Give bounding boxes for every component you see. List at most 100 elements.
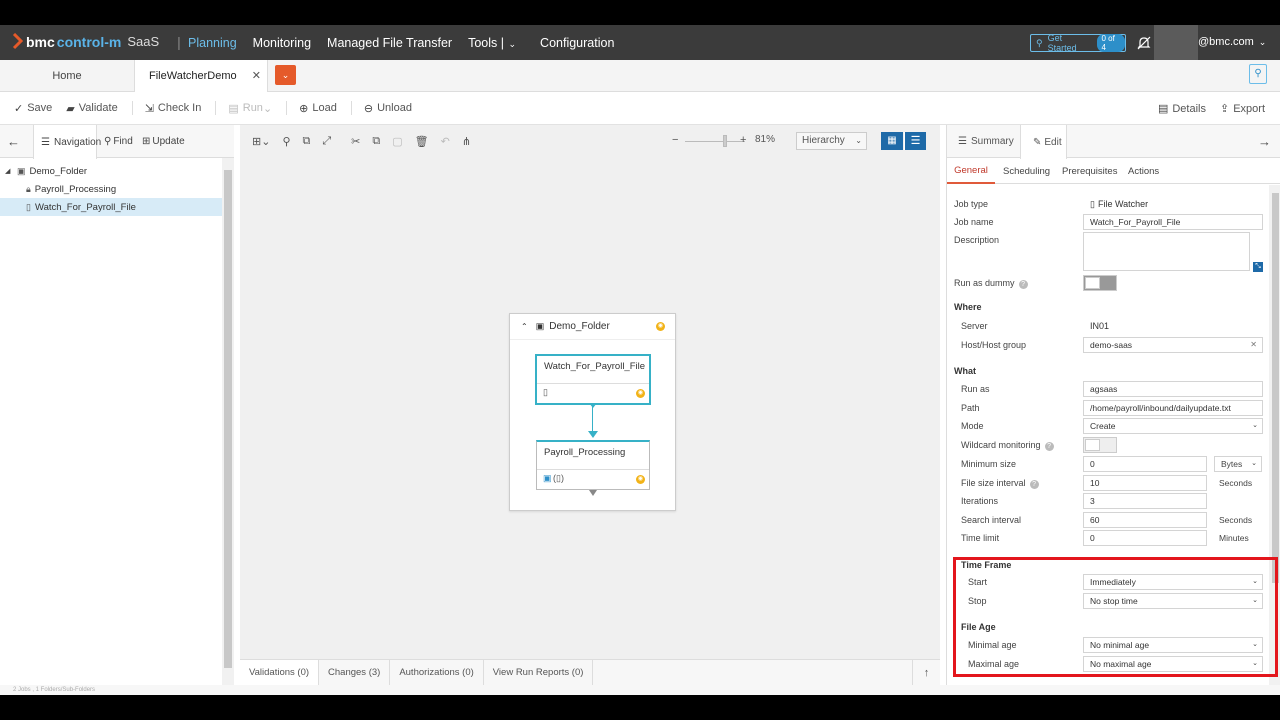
collapse-arrow-icon[interactable]: → (1258, 125, 1271, 158)
user-menu[interactable]: @bmc.com ⌄ (1198, 36, 1266, 48)
stop-select[interactable]: No stop time ⌄ (1083, 593, 1263, 609)
tab-scheduling[interactable]: Scheduling (1003, 158, 1050, 184)
description-textarea[interactable] (1083, 232, 1250, 271)
run-as-dummy-toggle[interactable] (1083, 275, 1117, 291)
field-label: Stop (968, 596, 987, 606)
field-label: Iterations (961, 496, 999, 506)
tab-general[interactable]: General (947, 158, 995, 184)
tab-actions[interactable]: Actions (1128, 158, 1159, 184)
right-scrollbar[interactable] (1269, 185, 1280, 685)
size-unit-select[interactable]: Bytes ⌄ (1214, 456, 1262, 472)
details-button[interactable]: ▤ Details (1158, 102, 1206, 116)
tab-find[interactable]: ⚲ Find (104, 125, 133, 158)
cut-icon[interactable]: ✂ (351, 135, 360, 148)
paste-icon[interactable]: ▢ (392, 135, 402, 148)
search-icon[interactable]: ⚲ (282, 135, 290, 148)
folder-node-header[interactable]: ⌃ ▣ Demo_Folder (510, 314, 675, 340)
list-view-icon[interactable]: ☰ (904, 132, 926, 150)
zoom-slider-track[interactable] (685, 141, 745, 142)
brand-logo[interactable]: bmc control-m SaaS | (12, 33, 181, 50)
path-input[interactable]: /home/payroll/inbound/dailyupdate.txt (1083, 400, 1263, 416)
hierarchy-icon[interactable]: ⋔ (462, 135, 471, 148)
zoom-out-icon[interactable]: − (672, 134, 678, 146)
nav-monitoring[interactable]: Monitoring (253, 36, 311, 50)
job-node-filewatcher[interactable]: Watch_For_Payroll_File ▯ ◉ (535, 354, 651, 405)
tab-authorizations[interactable]: Authorizations (0) (390, 660, 484, 685)
help-icon[interactable]: ? (1044, 442, 1054, 451)
undo-icon[interactable]: ↶ (441, 135, 450, 148)
unload-button[interactable]: ⊖ Unload (364, 102, 412, 115)
lightbulb-icon[interactable]: ⚲ (1249, 64, 1267, 84)
tab-navigation[interactable]: ☰ Navigation (33, 125, 101, 159)
load-button[interactable]: ⊕ Load (299, 102, 337, 115)
view-mode-select[interactable]: Hierarchy ⌄ (796, 132, 867, 150)
chevron-up-icon[interactable]: ⌃ (521, 322, 528, 331)
nav-mft[interactable]: Managed File Transfer (327, 36, 452, 50)
left-scrollbar[interactable] (222, 158, 234, 685)
file-size-interval-input[interactable]: 10 (1083, 475, 1207, 491)
expand-icon[interactable]: ⤡ (1253, 262, 1263, 272)
tree-item-job-selected[interactable]: ▯ Watch_For_Payroll_File (0, 198, 222, 216)
host-input[interactable]: demo-saas ✕ (1083, 337, 1263, 353)
tab-home[interactable]: Home (0, 60, 134, 92)
delete-icon[interactable]: 🗑︎ (415, 135, 429, 148)
copy-icon[interactable]: ⧉ (372, 135, 380, 148)
save-button[interactable]: ✓ Save (14, 102, 52, 115)
tab-validations[interactable]: Validations (0) (240, 660, 320, 685)
flow-canvas[interactable]: ⊞⌄ ⚲ ⧉ ⤢ ✂ ⧉ ▢ 🗑︎ ↶ ⋔ − + 81% Hierarchy ⌄… (240, 125, 940, 685)
search-icon: ⚲ (104, 136, 112, 147)
mode-select[interactable]: Create ⌄ (1083, 418, 1263, 434)
job-name-input[interactable]: Watch_For_Payroll_File (1083, 214, 1263, 230)
expand-icon[interactable]: ⤢ (322, 135, 331, 148)
field-label: Search interval (961, 515, 1022, 525)
job-node-payroll[interactable]: Payroll_Processing ▣ (▯) ◉ (536, 440, 650, 490)
back-arrow-icon[interactable]: ← (7, 125, 20, 158)
tab-summary[interactable]: ☰ Summary (958, 125, 1014, 158)
minimal-age-select[interactable]: No minimal age ⌄ (1083, 637, 1263, 653)
lock-icon: 🔒︎ (26, 183, 31, 194)
tab-changes[interactable]: Changes (3) (319, 660, 391, 685)
tab-run-reports[interactable]: View Run Reports (0) (484, 660, 594, 685)
validate-button[interactable]: ▰ Validate (66, 102, 117, 115)
scrollbar-thumb[interactable] (224, 170, 232, 668)
avatar[interactable] (1154, 25, 1198, 60)
export-button[interactable]: ⇪ Export (1220, 102, 1265, 116)
nav-configuration[interactable]: Configuration (540, 36, 614, 50)
minimum-size-input[interactable]: 0 (1083, 456, 1207, 472)
tab-prerequisites[interactable]: Prerequisites (1062, 158, 1117, 184)
help-icon[interactable]: ? (1029, 480, 1039, 489)
fit-icon[interactable]: ⧉ (303, 135, 311, 148)
search-interval-input[interactable]: 60 (1083, 512, 1207, 528)
grid-view-icon[interactable]: ▦ (881, 132, 903, 150)
tree-item-job[interactable]: 🔒︎ Payroll_Processing (0, 180, 222, 198)
run-button[interactable]: ▤ Run ⌄ (228, 102, 272, 115)
workspace-menu-button[interactable]: ⌄ (275, 65, 296, 85)
row-start: Start Immediately ⌄ (947, 574, 1267, 590)
canvas-toolbar: ⊞⌄ ⚲ ⧉ ⤢ ✂ ⧉ ▢ 🗑︎ ↶ ⋔ − + 81% Hierarchy ⌄… (240, 125, 940, 158)
scrollbar-thumb[interactable] (1272, 193, 1279, 583)
nav-planning[interactable]: Planning (188, 36, 237, 50)
zoom-in-icon[interactable]: + (740, 134, 746, 146)
clear-icon[interactable]: ✕ (1250, 338, 1257, 352)
tab-edit[interactable]: ✎ Edit (1020, 125, 1067, 159)
collapse-triangle-icon[interactable]: ◢ (5, 167, 13, 175)
maximal-age-select[interactable]: No maximal age ⌄ (1083, 656, 1263, 672)
tab-update[interactable]: ⊞ Update (142, 125, 185, 158)
time-limit-input[interactable]: 0 (1083, 530, 1207, 546)
close-icon[interactable]: ✕ (252, 69, 261, 82)
check-in-button[interactable]: ⇲ Check In (145, 102, 202, 115)
iterations-input[interactable]: 3 (1083, 493, 1207, 509)
run-as-input[interactable]: agsaas (1083, 381, 1263, 397)
folder-node[interactable]: ⌃ ▣ Demo_Folder ◉ Watch_For_Payroll_File… (509, 313, 676, 511)
nav-tools[interactable]: Tools | ⌄ (468, 36, 516, 50)
arrow-up-icon[interactable]: ↑ (912, 660, 940, 686)
help-icon[interactable]: ? (1018, 280, 1028, 289)
wildcard-toggle[interactable] (1083, 437, 1117, 453)
add-job-icon[interactable]: ⊞⌄ (252, 135, 270, 148)
start-select[interactable]: Immediately ⌄ (1083, 574, 1263, 590)
zoom-slider-thumb[interactable] (723, 135, 727, 147)
tab-filewatcherdemo[interactable]: FileWatcherDemo ✕ (134, 60, 268, 92)
notifications-muted-icon[interactable] (1136, 35, 1152, 51)
get-started-button[interactable]: ⚲ Get Started 0 of 4 (1030, 33, 1126, 53)
tree-item-folder[interactable]: ◢ ▣ Demo_Folder (0, 162, 222, 180)
